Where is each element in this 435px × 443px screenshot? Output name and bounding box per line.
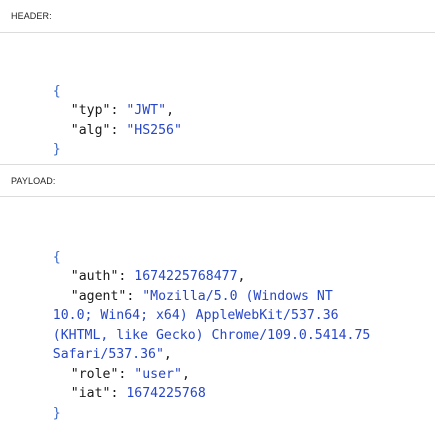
header-section-bar: HEADER: <box>0 0 435 33</box>
payload-iat-key: "iat" <box>70 386 111 401</box>
header-close-brace: } <box>52 142 61 157</box>
payload-section-label: PAYLOAD: <box>11 176 56 186</box>
header-section-label: HEADER: <box>11 11 52 21</box>
payload-section-bar: PAYLOAD: <box>0 164 435 197</box>
payload-close-brace: } <box>52 405 61 421</box>
payload-field-iat: "iat": 1674225768 <box>70 386 206 401</box>
payload-iat-value: 1674225768 <box>126 386 206 401</box>
header-alg-value: "HS256" <box>126 122 182 138</box>
header-alg-key: "alg" <box>70 122 111 138</box>
